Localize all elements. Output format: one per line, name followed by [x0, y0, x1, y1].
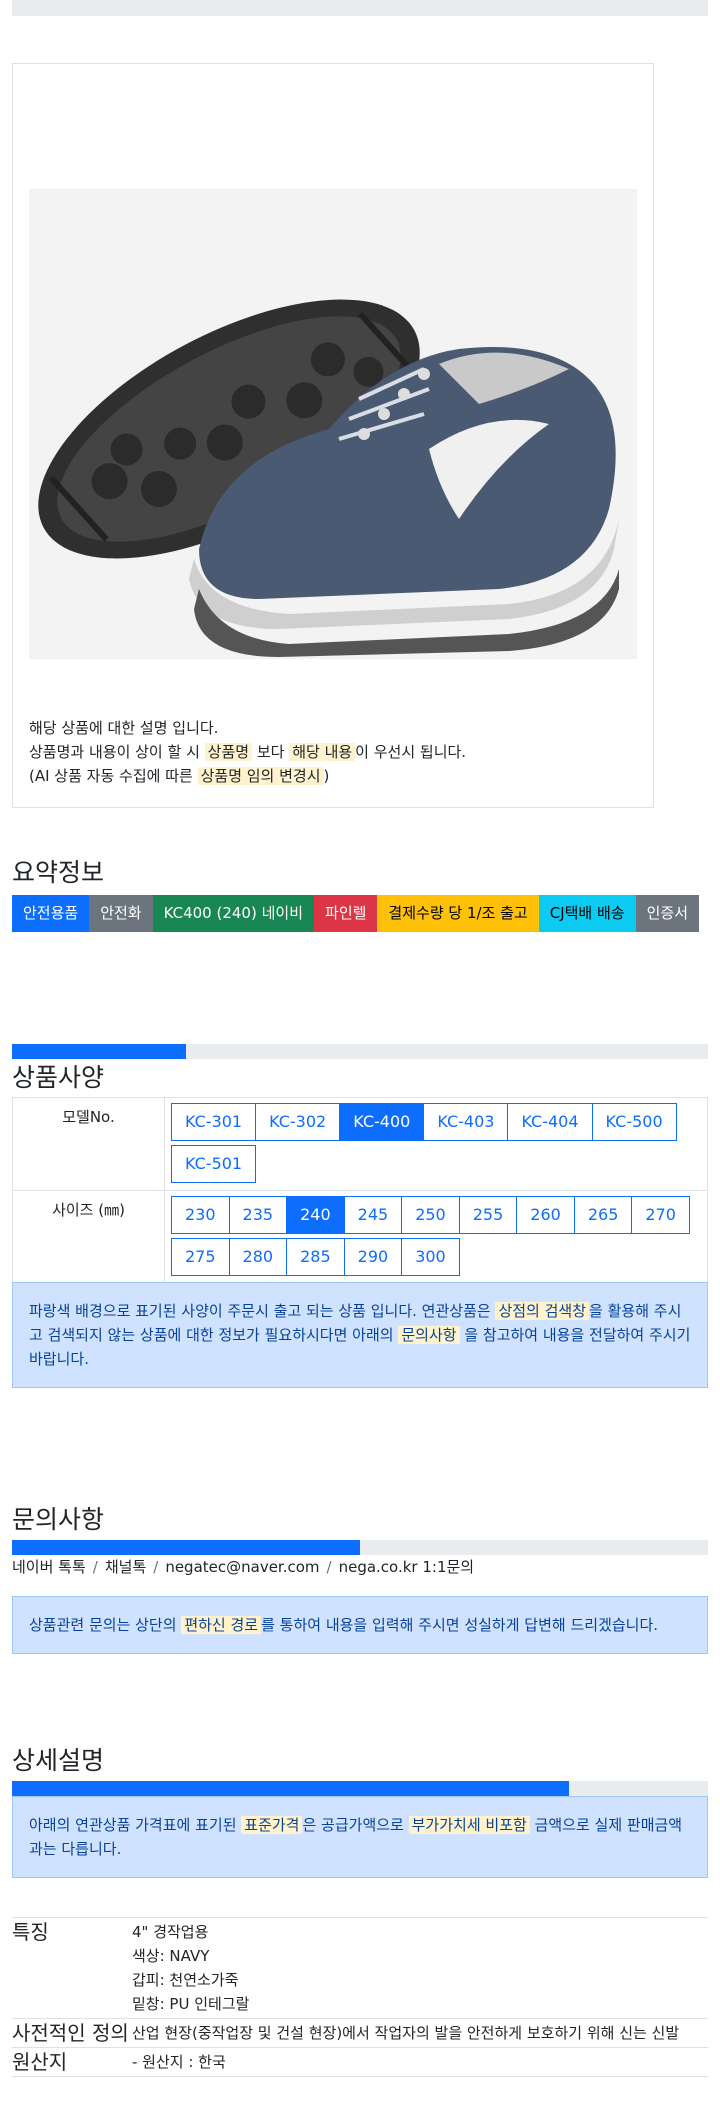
spec-progress-fill: [12, 1044, 186, 1059]
description-text: 보다: [252, 743, 290, 761]
badge-quantity[interactable]: 결제수량 당 1/조 출고: [377, 895, 539, 932]
contact-links: 네이버 톡톡 / 채널톡 / negatec@naver.com / nega.co.kr …: [12, 1558, 475, 1576]
description-text: 이 우선시 됩니다.: [355, 743, 467, 761]
detail-progress-fill: [12, 1781, 569, 1796]
contact-naver-talk[interactable]: 네이버 톡톡: [12, 1558, 86, 1576]
size-options: 230 235 240 245 250 255 260 265 270 275 …: [165, 1191, 707, 1283]
model-option-selected[interactable]: KC-400: [339, 1103, 425, 1141]
size-option[interactable]: 280: [228, 1238, 288, 1276]
size-option[interactable]: 235: [228, 1196, 288, 1234]
notice-text: 파랑색 배경으로 표기된 사양이 주문시 출고 되는 상품 입니다. 연관상품은: [29, 1302, 496, 1320]
badge-certificate[interactable]: 인증서: [635, 895, 700, 932]
notice-text: 상품관련 문의는 상단의: [29, 1616, 182, 1634]
inquiry-title: 문의사항: [12, 1505, 105, 1534]
detail-row-features: 특징 4" 경작업용 색상: NAVY 갑피: 천연소가죽 밑창: PU 인테그…: [12, 1918, 708, 2019]
detail-table: 특징 4" 경작업용 색상: NAVY 갑피: 천연소가죽 밑창: PU 인테그…: [12, 1917, 708, 2077]
model-option[interactable]: KC-500: [591, 1103, 677, 1141]
size-option[interactable]: 290: [343, 1238, 403, 1276]
highlight-inquiry: 문의사항: [398, 1326, 460, 1344]
description-line-1: 해당 상품에 대한 설명 입니다.: [29, 719, 219, 737]
size-label: 사이즈 (㎜): [13, 1191, 165, 1283]
highlight-vat: 부가가치세 비포함: [408, 1816, 530, 1834]
size-option[interactable]: 245: [343, 1196, 403, 1234]
highlight-product-name: 상품명: [204, 743, 253, 761]
size-option[interactable]: 230: [171, 1196, 230, 1234]
size-option[interactable]: 250: [401, 1196, 460, 1234]
detail-key: 원산지: [12, 2050, 68, 2074]
detail-value-line: 밑창: PU 인테그랄: [132, 1995, 250, 2013]
spec-notice: 파랑색 배경으로 표기된 사양이 주문시 출고 되는 상품 입니다. 연관상품은…: [12, 1282, 708, 1388]
badge-subcategory[interactable]: 안전화: [89, 895, 153, 932]
badge-brand[interactable]: 파인렐: [314, 895, 378, 932]
detail-row-origin: 원산지 - 원산지 : 한국: [12, 2048, 708, 2077]
shoe-illustration: [29, 189, 637, 659]
description-line-3: (AI 상품 자동 수집에 따른 상품명 임의 변경시): [29, 764, 466, 788]
highlight-content: 해당 내용: [289, 743, 356, 761]
model-option[interactable]: KC-302: [255, 1103, 341, 1141]
top-progress-bar: [12, 0, 708, 16]
summary-badges: 안전용품 안전화 KC400 (240) 네이비 파인렐 결제수량 당 1/조 …: [12, 895, 712, 932]
summary-title: 요약정보: [12, 858, 105, 887]
detail-value: - 원산지 : 한국: [132, 2048, 708, 2076]
model-option[interactable]: KC-301: [171, 1103, 257, 1141]
product-card: 해당 상품에 대한 설명 입니다. 상품명과 내용이 상이 할 시 상품명 보다…: [12, 63, 654, 808]
model-label: 모델No.: [13, 1098, 165, 1190]
size-option[interactable]: 265: [573, 1196, 633, 1234]
model-option[interactable]: KC-403: [423, 1103, 509, 1141]
detail-value: 4" 경작업용 색상: NAVY 갑피: 천연소가죽 밑창: PU 인테그랄: [132, 1918, 708, 2018]
product-description: 해당 상품에 대한 설명 입니다. 상품명과 내용이 상이 할 시 상품명 보다…: [29, 716, 466, 788]
contact-site-inquiry[interactable]: nega.co.kr 1:1문의: [339, 1558, 475, 1576]
description-text: ): [323, 767, 330, 785]
spec-progress: [12, 1044, 708, 1059]
detail-progress: [12, 1781, 708, 1796]
highlight-route: 편하신 경로: [181, 1616, 262, 1634]
model-row: 모델No. KC-301 KC-302 KC-400 KC-403 KC-404…: [13, 1098, 707, 1191]
size-row: 사이즈 (㎜) 230 235 240 245 250 255 260 265 …: [13, 1191, 707, 1283]
highlight-standard-price: 표준가격: [241, 1816, 303, 1834]
inquiry-notice: 상품관련 문의는 상단의 편하신 경로 를 통하여 내용을 입력해 주시면 성실하…: [12, 1596, 708, 1654]
detail-value-line: 색상: NAVY: [132, 1947, 210, 1965]
detail-value: 산업 현장(중작업장 및 건설 현장)에서 작업자의 발을 안전하게 보호하기 …: [132, 2019, 708, 2047]
product-image: [29, 189, 637, 659]
contact-email[interactable]: negatec@naver.com: [165, 1558, 319, 1576]
inquiry-progress-fill: [12, 1540, 360, 1555]
description-text: 상품명과 내용이 상이 할 시: [29, 743, 205, 761]
detail-title: 상세설명: [12, 1746, 105, 1775]
detail-value-line: - 원산지 : 한국: [132, 2053, 226, 2071]
description-line-2: 상품명과 내용이 상이 할 시 상품명 보다 해당 내용 이 우선시 됩니다.: [29, 740, 466, 764]
description-text: (AI 상품 자동 수집에 따른: [29, 767, 198, 785]
badge-category[interactable]: 안전용품: [12, 895, 90, 932]
size-option[interactable]: 300: [401, 1238, 460, 1276]
inquiry-progress: [12, 1540, 708, 1555]
detail-key: 특징: [12, 1920, 49, 1944]
size-option[interactable]: 260: [516, 1196, 575, 1234]
highlight-name-change: 상품명 임의 변경시: [197, 767, 324, 785]
model-option[interactable]: KC-404: [507, 1103, 593, 1141]
badge-model[interactable]: KC400 (240) 네이비: [152, 895, 315, 932]
spec-table: 모델No. KC-301 KC-302 KC-400 KC-403 KC-404…: [12, 1097, 708, 1284]
contact-channel-talk[interactable]: 채널톡: [105, 1558, 146, 1576]
detail-value-line: 갑피: 천연소가죽: [132, 1971, 239, 1989]
detail-value-line: 산업 현장(중작업장 및 건설 현장)에서 작업자의 발을 안전하게 보호하기 …: [132, 2024, 680, 2042]
highlight-search: 상점의 검색창: [495, 1302, 590, 1320]
detail-notice: 아래의 연관상품 가격표에 표기된 표준가격 은 공급가액으로 부가가치세 비포함…: [12, 1796, 708, 1878]
detail-key: 사전적인 정의: [12, 2021, 129, 2045]
detail-row-definition: 사전적인 정의 산업 현장(중작업장 및 건설 현장)에서 작업자의 발을 안전…: [12, 2019, 708, 2048]
model-options: KC-301 KC-302 KC-400 KC-403 KC-404 KC-50…: [165, 1098, 707, 1190]
detail-value-line: 4" 경작업용: [132, 1923, 209, 1941]
spec-title: 상품사양: [12, 1063, 105, 1092]
size-option[interactable]: 270: [631, 1196, 690, 1234]
size-option[interactable]: 275: [171, 1238, 230, 1276]
size-option[interactable]: 255: [458, 1196, 518, 1234]
notice-text: 를 통하여 내용을 입력해 주시면 성실하게 답변해 드리겠습니다.: [261, 1616, 659, 1634]
badge-delivery[interactable]: CJ택배 배송: [538, 895, 636, 932]
model-option[interactable]: KC-501: [171, 1145, 257, 1183]
notice-text: 아래의 연관상품 가격표에 표기된: [29, 1816, 242, 1834]
size-option-selected[interactable]: 240: [286, 1196, 345, 1234]
notice-text: 은 공급가액으로: [302, 1816, 409, 1834]
size-option[interactable]: 285: [286, 1238, 345, 1276]
